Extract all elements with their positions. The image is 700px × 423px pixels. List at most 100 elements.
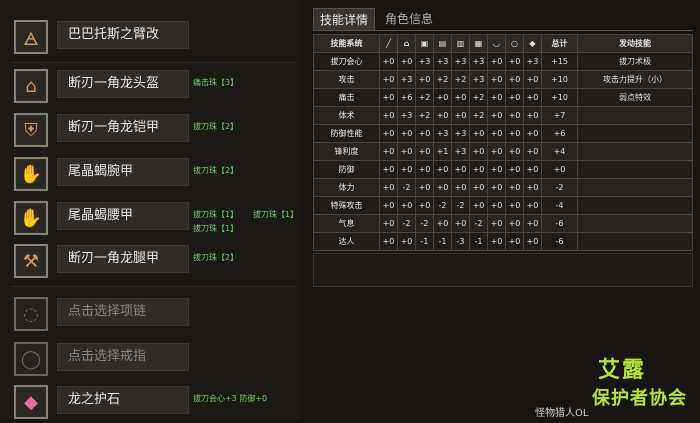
skill-point-cell: +0 xyxy=(523,106,542,125)
table-row: 防御 +0 +0 +0 +0 +0 +0 +0 +0 +0 +0 xyxy=(313,160,693,179)
skill-point-cell: +0 xyxy=(433,160,452,179)
skill-point-cell: +0 xyxy=(451,106,470,125)
skill-point-cell: +0 xyxy=(433,214,452,233)
skill-point-cell: -2 xyxy=(451,196,470,215)
skill-point-cell: +0 xyxy=(487,52,506,71)
leg-icon: ▦ xyxy=(469,34,488,53)
skill-total: -2 xyxy=(541,178,578,197)
necklace-icon: ◡ xyxy=(487,34,506,53)
skill-point-cell: -2 xyxy=(469,214,488,233)
skill-point-cell: +0 xyxy=(415,142,434,161)
skill-point-cell: +0 xyxy=(379,88,398,107)
tab-skill-details[interactable]: 技能详情 xyxy=(313,8,375,30)
skill-point-cell: +3 xyxy=(433,124,452,143)
skill-total: -6 xyxy=(541,214,578,233)
waist-icon: ▥ xyxy=(451,34,470,53)
activated-skill xyxy=(577,124,693,143)
equipment-name: 尾晶蝎腰甲 xyxy=(57,202,189,230)
skill-point-cell: +2 xyxy=(451,70,470,89)
skill-point-cell: -2 xyxy=(415,214,434,233)
skill-point-cell: +0 xyxy=(379,160,398,179)
skill-point-cell: +0 xyxy=(523,232,542,251)
equipment-slot-leg[interactable]: ⚒ 断刃一角龙腿甲 拔刀珠【2】 xyxy=(10,242,300,282)
equipment-name: 点击选择项链 xyxy=(57,298,189,326)
skill-name: 攻击 xyxy=(313,70,380,89)
skill-point-cell: +3 xyxy=(451,52,470,71)
equipment-name: 断刃一角龙头盔 xyxy=(57,70,189,98)
skill-point-cell: +0 xyxy=(415,196,434,215)
skill-point-cell: +0 xyxy=(379,142,398,161)
decoration-label: 拔刀珠【1】 xyxy=(253,210,299,219)
table-row: 防御性能 +0 +0 +0 +3 +3 +0 +0 +0 +0 +6 xyxy=(313,124,693,143)
skill-name: 锋利度 xyxy=(313,142,380,161)
weapon-icon: ╱ xyxy=(379,34,398,53)
skill-point-cell: +0 xyxy=(397,232,416,251)
skill-total: +7 xyxy=(541,106,578,125)
skill-point-cell: +0 xyxy=(469,196,488,215)
skill-point-cell: +0 xyxy=(487,88,506,107)
arm-icon: ▤ xyxy=(433,34,452,53)
skill-name: 防御性能 xyxy=(313,124,380,143)
skill-point-cell: +0 xyxy=(415,160,434,179)
equipment-slot-head[interactable]: ⌂ 断刃一角龙头盔 痛击珠【3】 xyxy=(10,67,300,107)
skill-point-cell: +0 xyxy=(415,70,434,89)
skill-point-cell: +3 xyxy=(523,52,542,71)
skill-point-cell: +6 xyxy=(397,88,416,107)
skill-point-cell: +3 xyxy=(469,52,488,71)
tab-character-info[interactable]: 角色信息 xyxy=(378,8,440,30)
skill-point-cell: +0 xyxy=(469,160,488,179)
skill-point-cell: +0 xyxy=(379,214,398,233)
chest-icon: ▣ xyxy=(415,34,434,53)
activated-skill: 拔刀术极 xyxy=(577,52,693,71)
skill-point-cell: +0 xyxy=(397,142,416,161)
skill-name: 痛击 xyxy=(313,88,380,107)
divider xyxy=(10,62,295,63)
table-empty-area xyxy=(313,253,693,287)
skill-point-cell: +0 xyxy=(505,160,524,179)
skill-name: 气息 xyxy=(313,214,380,233)
skill-point-cell: +0 xyxy=(397,52,416,71)
skill-point-cell: +2 xyxy=(433,70,452,89)
skill-total: +0 xyxy=(541,160,578,179)
skill-point-cell: +0 xyxy=(487,106,506,125)
skill-point-cell: +0 xyxy=(469,142,488,161)
skill-point-cell: +3 xyxy=(451,124,470,143)
equipment-slot-waist[interactable]: ✋ 尾晶蝎腰甲 拔刀珠【1】 拔刀珠【1】 拔刀珠【1】 xyxy=(10,199,300,239)
skill-point-cell: +0 xyxy=(451,178,470,197)
skill-point-cell: +3 xyxy=(397,106,416,125)
skill-point-cell: -1 xyxy=(433,232,452,251)
table-row: 攻击 +0 +3 +0 +2 +2 +3 +0 +0 +0 +10 攻击力提升（小） xyxy=(313,70,693,89)
skill-point-cell: +0 xyxy=(487,196,506,215)
skill-point-cell: +3 xyxy=(469,70,488,89)
tab-underline xyxy=(313,30,693,31)
skill-total: +4 xyxy=(541,142,578,161)
equipment-slot-charm[interactable]: ◆ 龙之护石 拔刀会心+3 防御+0 xyxy=(10,383,300,423)
table-row: 特殊攻击 +0 +0 +0 -2 -2 +0 +0 +0 +0 -4 xyxy=(313,196,693,215)
skill-point-cell: +0 xyxy=(451,160,470,179)
skill-point-cell: +0 xyxy=(523,70,542,89)
skill-point-cell: +0 xyxy=(469,178,488,197)
header-skill-system: 技能系统 xyxy=(313,34,380,53)
equipment-slot-weapon[interactable]: 🜁 巴巴托斯之臂改 xyxy=(10,18,300,58)
skill-point-cell: +0 xyxy=(379,106,398,125)
skill-point-cell: +0 xyxy=(487,142,506,161)
skill-point-cell: +0 xyxy=(379,52,398,71)
skill-point-cell: +0 xyxy=(505,214,524,233)
equipment-slot-ring[interactable]: ◯ 点击选择戒指 xyxy=(10,340,300,380)
skill-point-cell: +3 xyxy=(397,70,416,89)
skill-point-cell: +0 xyxy=(505,106,524,125)
equipment-slot-necklace[interactable]: ◌ 点击选择项链 xyxy=(10,295,300,335)
equipment-slot-chest[interactable]: ⛨ 断刃一角龙铠甲 拔刀珠【2】 xyxy=(10,111,300,151)
charm-icon: ◆ xyxy=(14,385,48,419)
decoration-label: 拔刀会心+3 防御+0 xyxy=(193,394,268,403)
skill-name: 体力 xyxy=(313,178,380,197)
equipment-slot-arm[interactable]: ✋ 尾晶蝎腕甲 拔刀珠【2】 xyxy=(10,155,300,195)
header-total: 总计 xyxy=(541,34,578,53)
table-row: 达人 +0 +0 -1 -1 -3 -1 +0 +0 +0 -6 xyxy=(313,232,693,251)
activated-skill xyxy=(577,214,693,233)
skill-point-cell: +0 xyxy=(397,124,416,143)
skill-point-cell: +0 xyxy=(505,88,524,107)
logo-text: 艾露 xyxy=(598,358,647,383)
arm-armor-icon: 🜁 xyxy=(14,20,48,54)
table-row: 体力 +0 -2 +0 +0 +0 +0 +0 +0 +0 -2 xyxy=(313,178,693,197)
